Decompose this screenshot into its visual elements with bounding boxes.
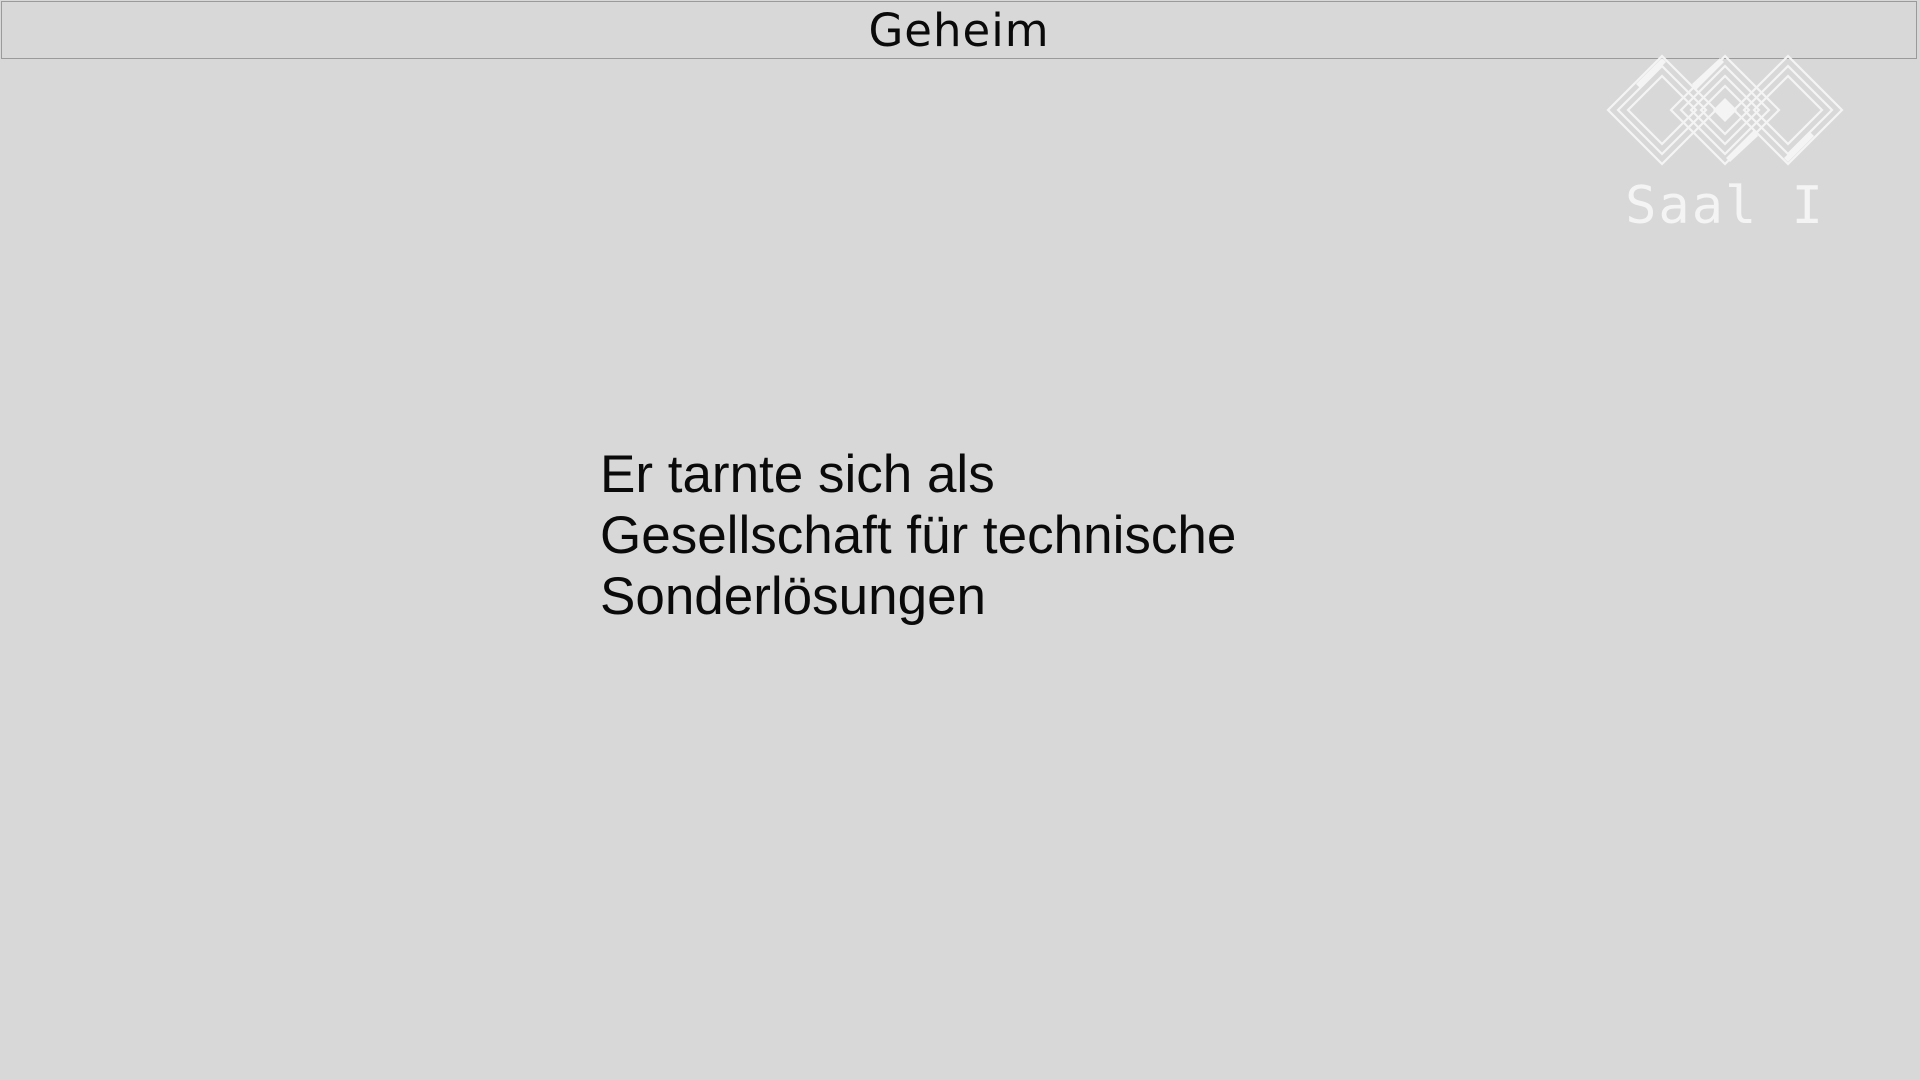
message-line: Er tarnte sich als (600, 445, 995, 504)
presentation-screen: Geheim Saal I Er tarnte sich als Gesells… (0, 0, 1920, 1080)
room-logo: Saal I (1590, 50, 1860, 240)
interlocking-diamond-logo-icon (1606, 54, 1844, 166)
logo-label: Saal I (1625, 176, 1825, 236)
message-text: Er tarnte sich als Gesellschaft für tech… (600, 444, 1500, 627)
message-line: Sonderlösungen (600, 567, 987, 626)
message-line: Gesellschaft für technische (600, 506, 1237, 565)
page-title: Geheim (868, 4, 1050, 57)
